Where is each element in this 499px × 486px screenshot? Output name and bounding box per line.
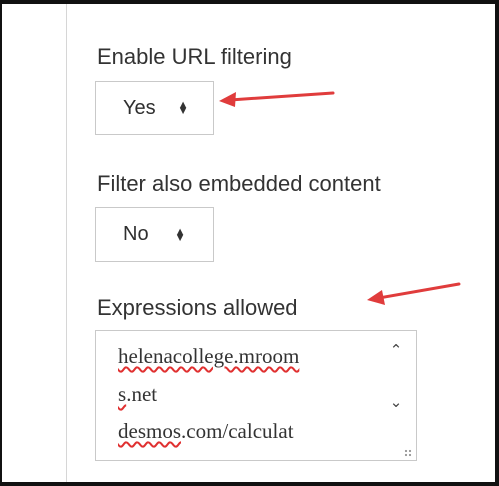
annotation-arrow	[367, 282, 461, 305]
annotation-arrows	[219, 91, 461, 305]
annotation-arrow	[219, 91, 335, 107]
